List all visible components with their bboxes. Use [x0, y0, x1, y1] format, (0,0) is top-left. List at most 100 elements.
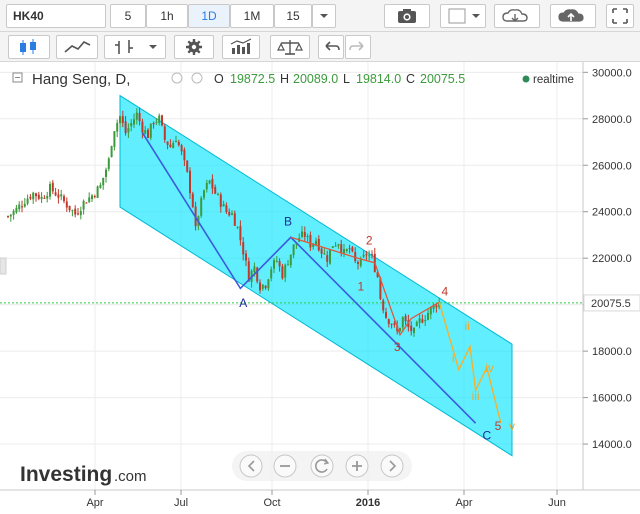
- candle-body: [390, 323, 393, 325]
- candle-body: [357, 262, 359, 264]
- indicators-button[interactable]: [222, 35, 260, 59]
- timeframe-1m[interactable]: 1M: [230, 4, 274, 28]
- candle-body: [410, 325, 413, 332]
- candle-body: [415, 322, 418, 327]
- chevron-down-icon: [320, 14, 328, 18]
- legend-open-value: 19872.5: [230, 72, 275, 86]
- candle-body: [281, 266, 284, 279]
- undo-button[interactable]: [318, 35, 344, 59]
- candle-body: [245, 253, 247, 261]
- x-tick-label: Oct: [263, 497, 280, 509]
- candle-body: [340, 244, 343, 253]
- wave-label: v: [509, 419, 515, 433]
- candle-body: [63, 196, 65, 202]
- x-tick-label: Jun: [548, 497, 566, 509]
- candle-body: [32, 192, 35, 200]
- panel-resize-handle[interactable]: [0, 257, 7, 275]
- candle-body: [418, 318, 421, 323]
- candle-body: [233, 213, 236, 226]
- candle-body: [29, 196, 32, 199]
- candle-body: [147, 129, 149, 138]
- chart-type-bars-button[interactable]: [104, 35, 166, 59]
- candle-body: [9, 214, 12, 217]
- candle-body: [208, 180, 211, 184]
- candle-body: [217, 193, 219, 195]
- candle-body: [37, 194, 40, 199]
- color-swatch-icon: [448, 8, 480, 24]
- price-chart[interactable]: AB2134iiiiviii5 vC 30000.028000.026000.02…: [0, 62, 640, 514]
- candle-body: [23, 203, 26, 207]
- gear-icon: [186, 39, 202, 55]
- candle-body: [57, 194, 60, 198]
- candle-body: [133, 119, 135, 125]
- realtime-dot-icon: [522, 75, 530, 83]
- timeframe-15[interactable]: 15: [274, 4, 312, 28]
- candle-body: [175, 141, 177, 143]
- candle-body: [200, 197, 203, 216]
- candle-body: [183, 149, 186, 161]
- candle-body: [211, 178, 214, 189]
- candle-body: [163, 126, 166, 140]
- settings-button[interactable]: [174, 35, 214, 59]
- secondary-toolbar: [0, 32, 640, 62]
- bar-chart-icon: [115, 40, 157, 54]
- fullscreen-button[interactable]: [606, 4, 634, 28]
- candle-body: [292, 244, 295, 256]
- candle-body: [141, 121, 144, 133]
- chart-type-candles-button[interactable]: [8, 35, 50, 59]
- wave-label: 4: [441, 284, 448, 298]
- candle-body: [345, 249, 348, 251]
- reset-zoom-button[interactable]: [310, 454, 334, 478]
- scroll-right-button[interactable]: [380, 454, 404, 478]
- wave-label: 3: [394, 340, 401, 354]
- price-axis: 30000.028000.026000.024000.022000.020000…: [583, 67, 640, 451]
- y-tick-label: 28000.0: [592, 114, 632, 126]
- candle-body: [275, 260, 278, 262]
- scroll-left-button[interactable]: [239, 454, 263, 478]
- x-tick-label: Apr: [86, 497, 103, 509]
- y-tick-label: 22000.0: [592, 253, 632, 265]
- candle-body: [253, 266, 256, 273]
- candle-body: [135, 112, 138, 120]
- brand-suffix: .com: [114, 468, 147, 485]
- expand-icon: [612, 8, 628, 24]
- timeframe-5[interactable]: 5: [110, 4, 146, 28]
- y-tick-label: 14000.0: [592, 439, 632, 451]
- candle-body: [191, 193, 194, 207]
- camera-icon: [398, 9, 416, 23]
- candle-body: [93, 196, 96, 198]
- candle-body: [317, 238, 320, 251]
- candle-body: [331, 246, 334, 248]
- realtime-label: realtime: [533, 74, 574, 86]
- candle-body: [15, 207, 18, 213]
- save-chart-button[interactable]: [550, 4, 596, 28]
- timeframe-1d[interactable]: 1D: [188, 4, 230, 28]
- candle-body: [309, 234, 312, 248]
- chart-type-line-button[interactable]: [56, 35, 98, 59]
- candle-body: [284, 264, 287, 278]
- redo-button[interactable]: [345, 35, 371, 59]
- candle-body: [116, 122, 119, 132]
- timeframe-dropdown[interactable]: [312, 4, 336, 28]
- candle-body: [270, 269, 273, 279]
- candle-body: [368, 255, 371, 257]
- screenshot-button[interactable]: [384, 4, 430, 28]
- zoom-out-button[interactable]: [273, 454, 297, 478]
- chart-style-dropdown[interactable]: [440, 4, 486, 28]
- load-chart-button[interactable]: [494, 4, 540, 28]
- candle-body: [138, 112, 141, 122]
- candle-body: [365, 254, 368, 256]
- symbol-input[interactable]: HK40: [6, 4, 106, 28]
- timeframe-1h[interactable]: 1h: [146, 4, 188, 28]
- candle-body: [362, 254, 365, 257]
- y-tick-label: 16000.0: [592, 393, 632, 405]
- candle-body: [186, 160, 189, 172]
- candle-body: [222, 204, 225, 207]
- zoom-in-button[interactable]: [345, 454, 369, 478]
- candle-body: [242, 242, 245, 255]
- candle-body: [144, 130, 147, 134]
- candle-body: [225, 205, 228, 213]
- cloud-upload-icon: [558, 9, 584, 22]
- candle-body: [130, 122, 133, 127]
- compare-button[interactable]: [270, 35, 310, 59]
